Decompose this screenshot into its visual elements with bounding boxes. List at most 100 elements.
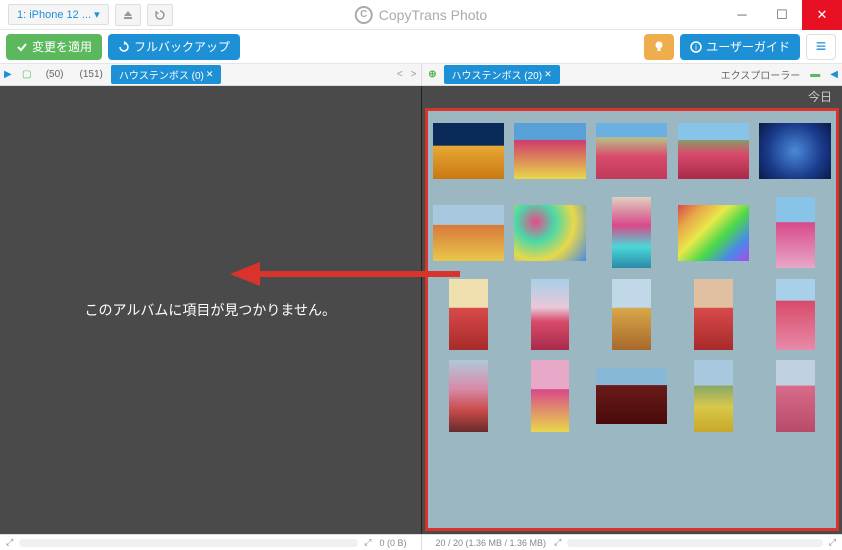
thumbnail[interactable] (430, 112, 508, 190)
thumbnail[interactable] (430, 275, 508, 353)
zoom-in-icon[interactable]: ⤢ (829, 537, 836, 548)
eject-icon (122, 9, 134, 21)
add-icon[interactable]: ⊕ (426, 68, 440, 82)
photo-image (776, 197, 815, 268)
app-title-text: CopyTrans Photo (379, 7, 487, 23)
thumbnail[interactable] (593, 357, 671, 435)
window-controls: ─ ☐ ✕ (722, 0, 842, 30)
thumbnail[interactable] (593, 112, 671, 190)
breadcrumb-count-2: (151) (72, 69, 111, 80)
nav-next-button[interactable]: > (407, 69, 421, 80)
refresh-button[interactable] (147, 4, 173, 26)
photo-image (433, 123, 504, 179)
photo-image (678, 123, 749, 179)
thumbnail[interactable] (756, 194, 834, 272)
refresh-icon (154, 9, 166, 21)
photo-image (776, 360, 815, 431)
thumbnail[interactable] (430, 357, 508, 435)
backup-icon (118, 41, 130, 53)
check-icon (16, 41, 28, 53)
close-icon[interactable]: ✕ (544, 69, 552, 80)
photo-image (694, 279, 733, 350)
status-left: ⤢ ⤢ 0 (0 B) (0, 535, 422, 550)
collapse-right-icon[interactable]: ◀ (826, 69, 842, 80)
thumbnail[interactable] (675, 194, 753, 272)
photo-image (776, 279, 815, 350)
photo-image (612, 197, 651, 268)
photo-image (514, 205, 585, 261)
apply-changes-button[interactable]: 変更を適用 (6, 34, 102, 60)
folder-icon[interactable]: ▬ (808, 68, 822, 82)
zoom-in-icon[interactable]: ⤢ (364, 537, 371, 548)
app-logo-icon: C (355, 6, 373, 24)
thumbnail[interactable] (511, 112, 589, 190)
photo-image (449, 279, 488, 350)
scroll-track-right[interactable] (567, 539, 823, 547)
app-title: C CopyTrans Photo (355, 6, 487, 24)
backup-label: フルバックアップ (134, 38, 230, 55)
thumbnail-grid (430, 112, 835, 435)
photo-image (596, 123, 667, 179)
close-icon[interactable]: ✕ (206, 69, 214, 80)
thumbnail[interactable] (756, 275, 834, 353)
thumbnail[interactable] (675, 357, 753, 435)
album-left-label: ハウステンボス (0) (119, 67, 204, 82)
guide-label: ユーザーガイド (706, 38, 790, 55)
svg-text:i: i (695, 43, 697, 52)
right-pane[interactable]: 今日 (422, 86, 842, 534)
explorer-label: エクスプローラー (721, 67, 805, 82)
eject-button[interactable] (115, 4, 141, 26)
menu-button[interactable]: ≡ (806, 34, 836, 60)
thumbnail[interactable] (756, 112, 834, 190)
breadcrumb-album-right[interactable]: ハウステンボス (20) ✕ (444, 65, 560, 84)
photo-image (678, 205, 749, 261)
left-pane[interactable]: このアルバムに項目が見つかりません。 (0, 86, 422, 534)
close-button[interactable]: ✕ (802, 0, 842, 30)
thumbnail[interactable] (593, 275, 671, 353)
hint-button[interactable] (644, 34, 674, 60)
thumbnail[interactable] (675, 112, 753, 190)
title-bar: 1: iPhone 12 ... ▾ C CopyTrans Photo ─ ☐… (0, 0, 842, 30)
collapse-left-icon[interactable]: ▶ (0, 69, 16, 80)
thumbnail[interactable] (756, 357, 834, 435)
breadcrumb-right: ⊕ ハウステンボス (20) ✕ エクスプローラー ▬ ◀ (422, 64, 842, 85)
zoom-out-icon[interactable]: ⤢ (554, 537, 561, 548)
photo-image (449, 360, 488, 431)
info-icon: i (690, 41, 702, 53)
thumbnail[interactable] (511, 357, 589, 435)
breadcrumb-count-1: (50) (38, 69, 72, 80)
photo-image (612, 279, 651, 350)
toolbar: 変更を適用 フルバックアップ i ユーザーガイド ≡ (0, 30, 842, 64)
device-icon[interactable]: ▢ (20, 68, 34, 82)
photo-image (694, 360, 733, 431)
chevron-down-icon: ▾ (94, 9, 100, 21)
photo-image (531, 279, 570, 350)
status-bar: ⤢ ⤢ 0 (0 B) 20 / 20 (1.36 MB / 1.36 MB) … (0, 534, 842, 550)
scroll-track-left[interactable] (19, 539, 358, 547)
empty-message: このアルバムに項目が見つかりません。 (85, 300, 336, 320)
thumbnail[interactable] (593, 194, 671, 272)
photo-image (596, 368, 667, 424)
photo-image (531, 360, 570, 431)
breadcrumb-album-left[interactable]: ハウステンボス (0) ✕ (111, 65, 222, 84)
status-right-text: 20 / 20 (1.36 MB / 1.36 MB) (428, 538, 555, 548)
full-backup-button[interactable]: フルバックアップ (108, 34, 240, 60)
breadcrumb-left: ▶ ▢ (50) (151) ハウステンボス (0) ✕ < > (0, 64, 422, 85)
thumbnail[interactable] (675, 275, 753, 353)
thumbnail[interactable] (430, 194, 508, 272)
date-header: 今日 (808, 88, 832, 105)
maximize-button[interactable]: ☐ (762, 0, 802, 30)
photo-image (433, 205, 504, 261)
photo-image (514, 123, 585, 179)
user-guide-button[interactable]: i ユーザーガイド (680, 34, 800, 60)
minimize-button[interactable]: ─ (722, 0, 762, 30)
device-dropdown-label: 1: iPhone 12 ... (17, 9, 91, 21)
nav-prev-button[interactable]: < (393, 69, 407, 80)
status-right: 20 / 20 (1.36 MB / 1.36 MB) ⤢ ⤢ (422, 535, 842, 550)
album-right-label: ハウステンボス (20) (452, 67, 543, 82)
zoom-out-icon[interactable]: ⤢ (6, 537, 13, 548)
thumbnail[interactable] (511, 194, 589, 272)
main-area: このアルバムに項目が見つかりません。 今日 (0, 86, 842, 534)
device-dropdown[interactable]: 1: iPhone 12 ... ▾ (8, 4, 109, 25)
thumbnail[interactable] (511, 275, 589, 353)
